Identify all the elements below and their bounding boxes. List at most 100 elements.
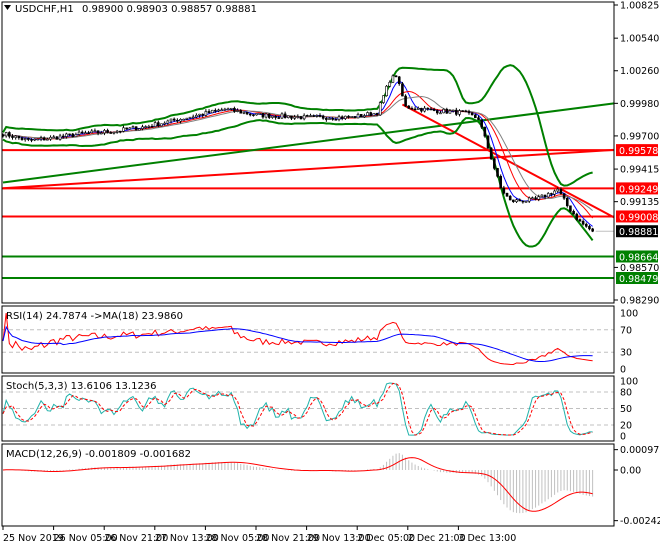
candle xyxy=(448,110,452,114)
candle xyxy=(261,113,265,118)
candle xyxy=(540,194,544,198)
candle xyxy=(328,118,331,120)
candle xyxy=(195,114,198,118)
candle xyxy=(286,115,290,118)
rsi-tick-label: 100 xyxy=(620,309,638,320)
candle xyxy=(553,190,556,195)
candle xyxy=(283,113,287,118)
candle xyxy=(480,119,483,128)
stoch-tick-label: 50 xyxy=(620,404,632,415)
candle xyxy=(483,126,487,137)
candle xyxy=(321,115,325,119)
candle xyxy=(115,130,119,133)
candle xyxy=(312,115,315,117)
candle xyxy=(575,213,579,220)
candle xyxy=(153,122,157,127)
candle xyxy=(20,137,24,140)
candle xyxy=(385,85,388,97)
level-price-label: 0.99578 xyxy=(619,146,658,157)
candle xyxy=(550,193,553,195)
candle xyxy=(128,127,132,130)
price-panel[interactable] xyxy=(1,64,615,280)
time-tick-label: 3 Dec 13:00 xyxy=(458,533,516,544)
candle xyxy=(505,192,509,197)
candle xyxy=(226,108,230,111)
stoch-title: Stoch(5,3,3) 13.6106 13.1236 xyxy=(6,381,157,392)
candle xyxy=(39,137,43,140)
rsi-ma-line xyxy=(2,325,593,363)
panel-border xyxy=(1,1,615,304)
candle xyxy=(210,109,214,114)
chart-symbol: USDCHF,H1 xyxy=(15,4,74,15)
candle xyxy=(27,138,30,140)
candle xyxy=(122,127,125,132)
candle xyxy=(546,193,550,198)
candle xyxy=(543,194,547,198)
candle xyxy=(562,193,566,199)
candle xyxy=(467,111,471,114)
candle xyxy=(527,197,531,202)
candle xyxy=(499,176,502,189)
price-tick-label: 0.99980 xyxy=(620,99,659,110)
candle xyxy=(331,118,334,120)
candle xyxy=(486,135,490,149)
candle xyxy=(90,130,94,134)
candle xyxy=(217,109,220,112)
candle xyxy=(572,210,575,215)
candle xyxy=(220,109,224,112)
candle xyxy=(461,110,464,112)
candle xyxy=(426,107,430,110)
candle xyxy=(14,135,17,138)
time-tick-label: 2 Dec 21:00 xyxy=(408,533,466,544)
candle xyxy=(508,195,512,201)
candle xyxy=(17,135,21,139)
candle xyxy=(267,113,271,118)
candle xyxy=(55,136,59,140)
macd-tick-label: -0.002427 xyxy=(620,516,660,527)
price-tick-label: 1.00260 xyxy=(620,66,659,77)
candle xyxy=(236,110,239,112)
candle xyxy=(169,118,173,122)
candle xyxy=(442,108,445,114)
candle xyxy=(77,131,81,135)
candle xyxy=(290,115,293,119)
candle xyxy=(521,200,525,203)
candle xyxy=(87,132,90,134)
candle xyxy=(293,116,296,119)
candle xyxy=(464,110,468,113)
candle xyxy=(207,111,211,114)
candle xyxy=(71,133,75,138)
candle xyxy=(401,83,404,97)
candle xyxy=(420,107,423,112)
candle xyxy=(93,130,97,133)
price-tick-label: 1.00540 xyxy=(620,34,659,45)
macd-title: MACD(12,26,9) -0.001809 -0.001682 xyxy=(6,449,191,460)
candle xyxy=(172,118,176,121)
candle xyxy=(565,197,569,207)
candle xyxy=(157,122,160,127)
chart-ohlc: 0.98900 0.98903 0.98857 0.98881 xyxy=(82,4,257,15)
candle xyxy=(375,112,379,116)
candle xyxy=(84,132,87,134)
candle xyxy=(61,135,65,138)
candle xyxy=(423,107,426,112)
candle xyxy=(556,188,560,192)
macd-panel[interactable] xyxy=(2,453,594,514)
time-tick-label: 2 Dec 05:00 xyxy=(357,533,415,544)
candle xyxy=(455,109,458,115)
candle xyxy=(65,133,68,137)
candle xyxy=(512,199,515,203)
candle xyxy=(201,113,205,116)
candle xyxy=(33,138,37,141)
candle xyxy=(524,200,528,203)
candle xyxy=(252,114,255,116)
candle xyxy=(258,113,262,115)
candle xyxy=(264,113,268,118)
candle xyxy=(68,133,71,136)
candle xyxy=(334,118,338,121)
candle xyxy=(271,115,274,118)
dropdown-triangle-icon[interactable] xyxy=(4,5,11,10)
candle xyxy=(531,197,534,200)
chart-window[interactable]: 1.00825 1.00540 1.00260 0.99980 0.99700 0.994… xyxy=(0,0,660,550)
stoch-tick-label: 80 xyxy=(620,388,632,399)
